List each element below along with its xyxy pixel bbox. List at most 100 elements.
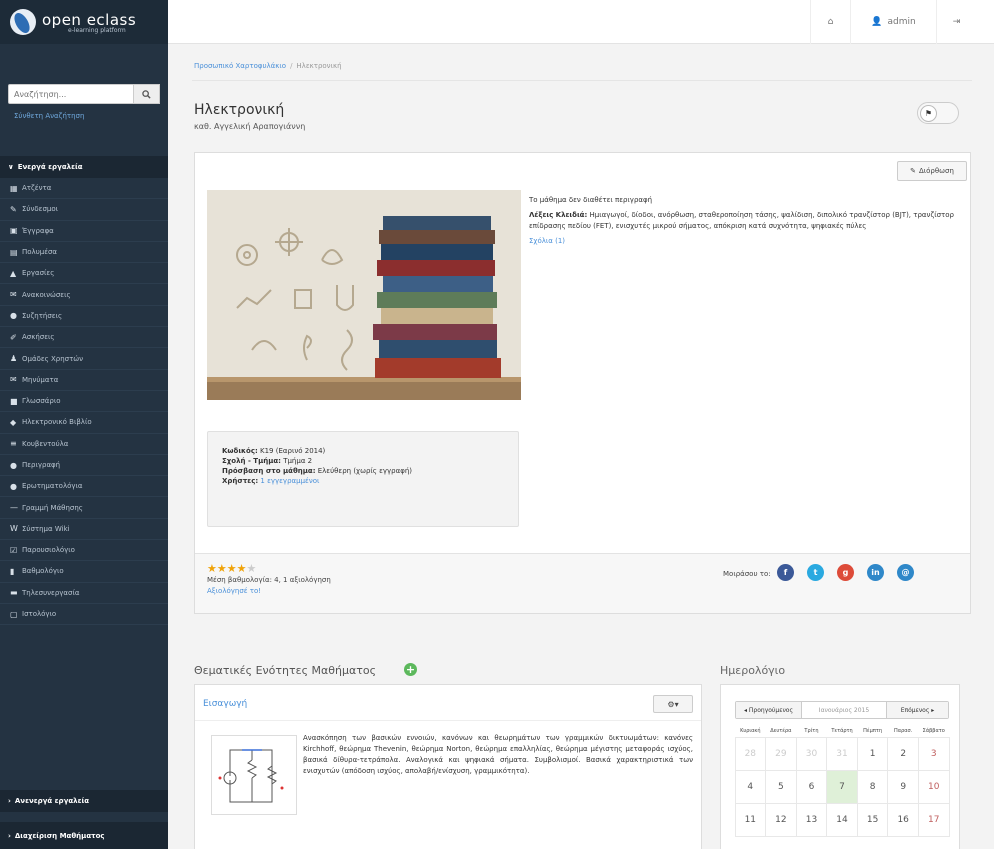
sidebar-item-label: Ασκήσεις [22,333,55,342]
sidebar-item[interactable]: ≡ Κουβεντούλα [0,434,168,455]
flask-icon: ▲ [10,268,17,278]
sidebar-item[interactable]: W Σύστημα Wiki [0,519,168,541]
breadcrumb-current: Ηλεκτρονική [296,62,342,70]
calendar-day[interactable]: 5 [765,769,797,804]
sidebar-item[interactable]: ☑ Παρουσιολόγιο [0,540,168,562]
calendar-prev-button[interactable]: ◂ Προηγούμενος [736,702,802,718]
facebook-icon[interactable]: f [777,564,794,581]
main-content: Προσωπικό Χαρτοφυλάκιο / Ηλεκτρονική Ηλεκτ… [178,44,980,849]
unit-actions-button[interactable]: ⚙▾ [653,695,693,713]
edit-course-button[interactable]: ✎ Διόρθωση [897,161,967,181]
rate-link[interactable]: Αξιολόγησέ το! [207,587,261,595]
sidebar-item[interactable]: ✉ Ανακοινώσεις [0,284,168,306]
keywords-value: Ημιαγωγοί, δίοδοι, ανόρθωση, σταθεροποίη… [529,211,954,230]
calendar-week: 11 12 13 14 15 16 17 [734,802,950,837]
calendar-day[interactable]: 11 [734,802,767,837]
sidebar-item-label: Πολυμέσα [22,248,58,257]
star-filled-icon[interactable]: ★ [237,562,247,575]
star-filled-icon[interactable]: ★ [217,562,227,575]
logout-button[interactable]: ⇥ [936,0,976,44]
calendar-day[interactable]: 9 [887,769,919,804]
visibility-toggle[interactable]: ⚑ [917,102,959,124]
user-name: admin [887,17,916,27]
course-books-image [207,190,521,400]
sidebar-item[interactable]: ● Συζητήσεις [0,306,168,328]
calendar-day[interactable]: 13 [795,802,828,837]
calendar-day[interactable]: 16 [887,802,919,837]
sidebar-item[interactable]: ♟ Ομάδες Χρηστών [0,348,168,370]
calendar-day[interactable]: 4 [734,769,767,804]
calendar-day[interactable]: 10 [917,769,950,804]
sidebar-item[interactable]: ✎ Σύνδεσμοι [0,199,168,221]
calendar-day[interactable]: 1 [856,736,889,771]
sidebar-item-label: Συζητήσεις [22,311,63,320]
twitter-icon[interactable]: t [807,564,824,581]
calendar-week: 28 29 30 31 1 2 3 [734,736,950,771]
course-image [207,190,521,400]
comments-link[interactable]: Σχόλια (1) [529,236,961,247]
sidebar-item-label: Γραμμή Μάθησης [22,503,83,512]
calendar-month: Ιανουάριος 2015 [818,706,870,714]
linkedin-icon[interactable]: in [867,564,884,581]
calendar-day[interactable]: 6 [795,769,828,804]
calendar-day[interactable]: 3 [917,736,950,771]
calendar-next-button[interactable]: Επόμενος ▸ [886,702,948,718]
edit-icon: ✎ [910,167,916,175]
sidebar-item[interactable]: ✉ Μηνύματα [0,370,168,391]
sidebar-item[interactable]: — Γραμμή Μάθησης [0,497,168,519]
sidebar-item[interactable]: ▬ Τηλεσυνεργασία [0,583,168,604]
active-tools-label: Ενεργά εργαλεία [17,163,83,171]
wiki-icon: W [10,524,18,534]
search-input[interactable] [8,84,134,104]
sidebar-item[interactable]: ◆ Ηλεκτρονικό Βιβλίο [0,412,168,434]
sidebar-item[interactable]: ▦ Ατζέντα [0,178,168,200]
calendar-panel: ◂ Προηγούμενος Ιανουάριος 2015 Επόμενος … [720,684,960,849]
star-empty-icon[interactable]: ★ [247,562,257,575]
course-meta-box: Κωδικός: Κ19 (Εαρινό 2014) Σχολή - Τμήμα… [207,431,519,527]
user-menu[interactable]: 👤 admin [850,0,936,44]
calendar-day[interactable]: 14 [826,802,858,837]
googleplus-icon[interactable]: g [837,564,854,581]
calendar-day[interactable]: 29 [765,736,797,771]
sidebar-item-label: Μηνύματα [22,375,59,384]
calendar-day[interactable]: 31 [826,736,858,771]
calendar-day[interactable]: 8 [856,769,889,804]
calendar-day[interactable]: 30 [795,736,828,771]
star-filled-icon[interactable]: ★ [207,562,217,575]
sidebar-item[interactable]: ▢ Ιστολόγιο [0,604,168,626]
calendar-day[interactable]: 12 [765,802,797,837]
star-filled-icon[interactable]: ★ [227,562,237,575]
email-icon[interactable]: @ [897,564,914,581]
breadcrumb-portfolio[interactable]: Προσωπικό Χαρτοφυλάκιο [194,62,286,70]
course-admin-header[interactable]: › Διαχείριση Μαθήματος [0,822,168,849]
course-professor: καθ. Αγγελική Αραπογιάννη [194,122,306,131]
logo-title: open eclass [42,10,137,29]
search-button[interactable] [134,84,160,104]
logo[interactable]: open eclass e-learning platform [0,0,168,44]
sidebar-item[interactable]: ✐ Ασκήσεις [0,327,168,349]
calendar-day[interactable]: 28 [734,736,767,771]
add-unit-icon[interactable]: + [404,663,417,676]
course-description: Το μάθημα δεν διαθέτει περιγραφή Λέξεις … [529,195,961,247]
calendar-dow-row: Κυριακή Δευτέρα Τρίτη Τετάρτη Πέμπτη Παρασ. Σά… [735,725,949,737]
active-tools-header[interactable]: ∨ Ενεργά εργαλεία [0,156,168,178]
calendar-day[interactable]: 2 [887,736,919,771]
folder-icon: ▣ [10,226,18,236]
toggle-knob: ⚑ [920,105,937,122]
users-link[interactable]: 1 εγγεγραμμένοι [260,477,319,485]
advanced-search-link[interactable]: Σύνθετη Αναζήτηση [14,112,84,120]
calendar-day[interactable]: 7 [826,769,858,804]
unit-title-link[interactable]: Εισαγωγή [203,699,247,709]
sidebar-item[interactable]: ▣ Έγγραφα [0,221,168,242]
inactive-tools-header[interactable]: › Ανενεργά εργαλεία [0,790,168,812]
sidebar-item[interactable]: ● Περιγραφή [0,455,168,477]
sidebar-item[interactable]: ▮ Βαθμολόγιο [0,561,168,583]
calendar-day[interactable]: 17 [917,802,950,837]
sidebar-item[interactable]: ▤ Πολυμέσα [0,242,168,264]
calendar-day[interactable]: 15 [856,802,889,837]
rating-stars[interactable]: ★★★★★ [207,562,256,575]
sidebar-item[interactable]: ▲ Εργασίες [0,263,168,285]
sidebar-item[interactable]: ● Ερωτηματολόγια [0,476,168,498]
sidebar-item[interactable]: ■ Γλωσσάριο [0,391,168,413]
home-button[interactable]: ⌂ [810,0,850,44]
